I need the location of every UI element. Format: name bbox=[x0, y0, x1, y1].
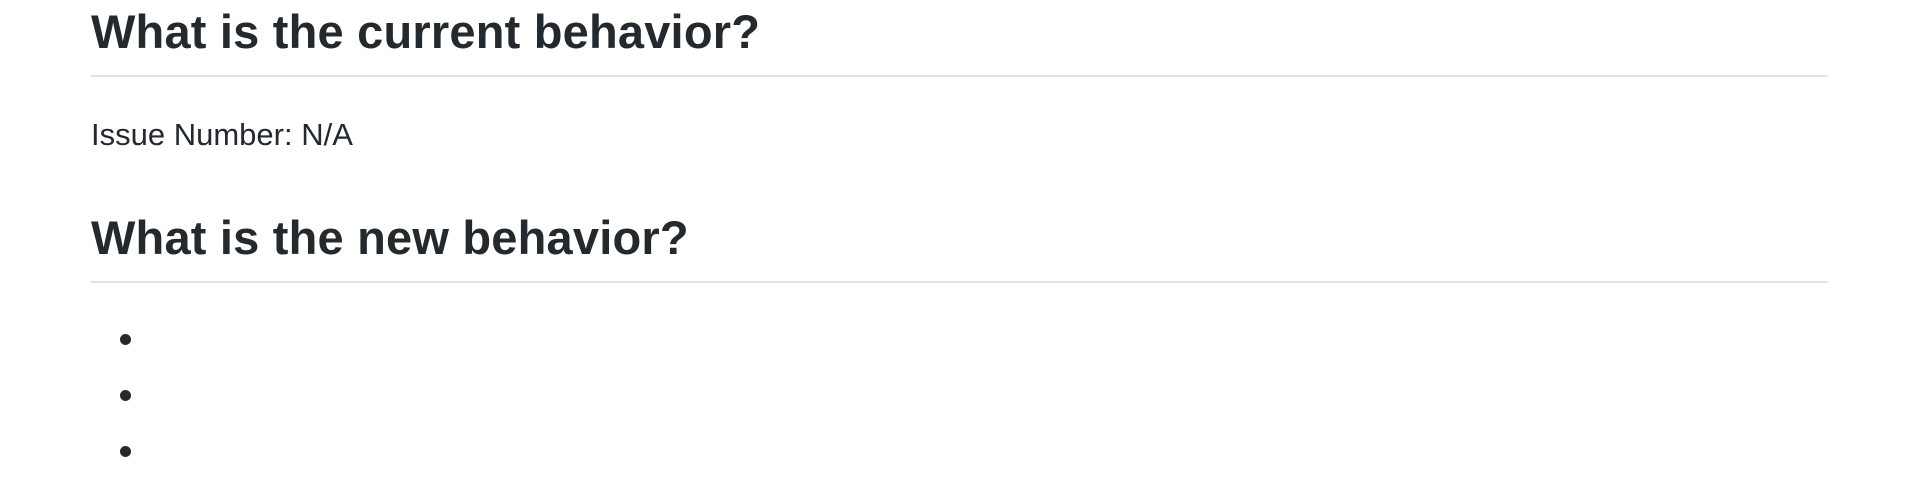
heading-current-behavior: What is the current behavior? bbox=[91, 5, 761, 58]
bullet-icon bbox=[120, 334, 131, 345]
bullet-icon bbox=[120, 446, 131, 457]
heading-divider bbox=[91, 281, 1828, 283]
heading-divider bbox=[91, 75, 1828, 77]
bullet-icon bbox=[120, 390, 131, 401]
issue-number-text: Issue Number: N/A bbox=[91, 117, 353, 152]
heading-new-behavior: What is the new behavior? bbox=[91, 211, 689, 264]
